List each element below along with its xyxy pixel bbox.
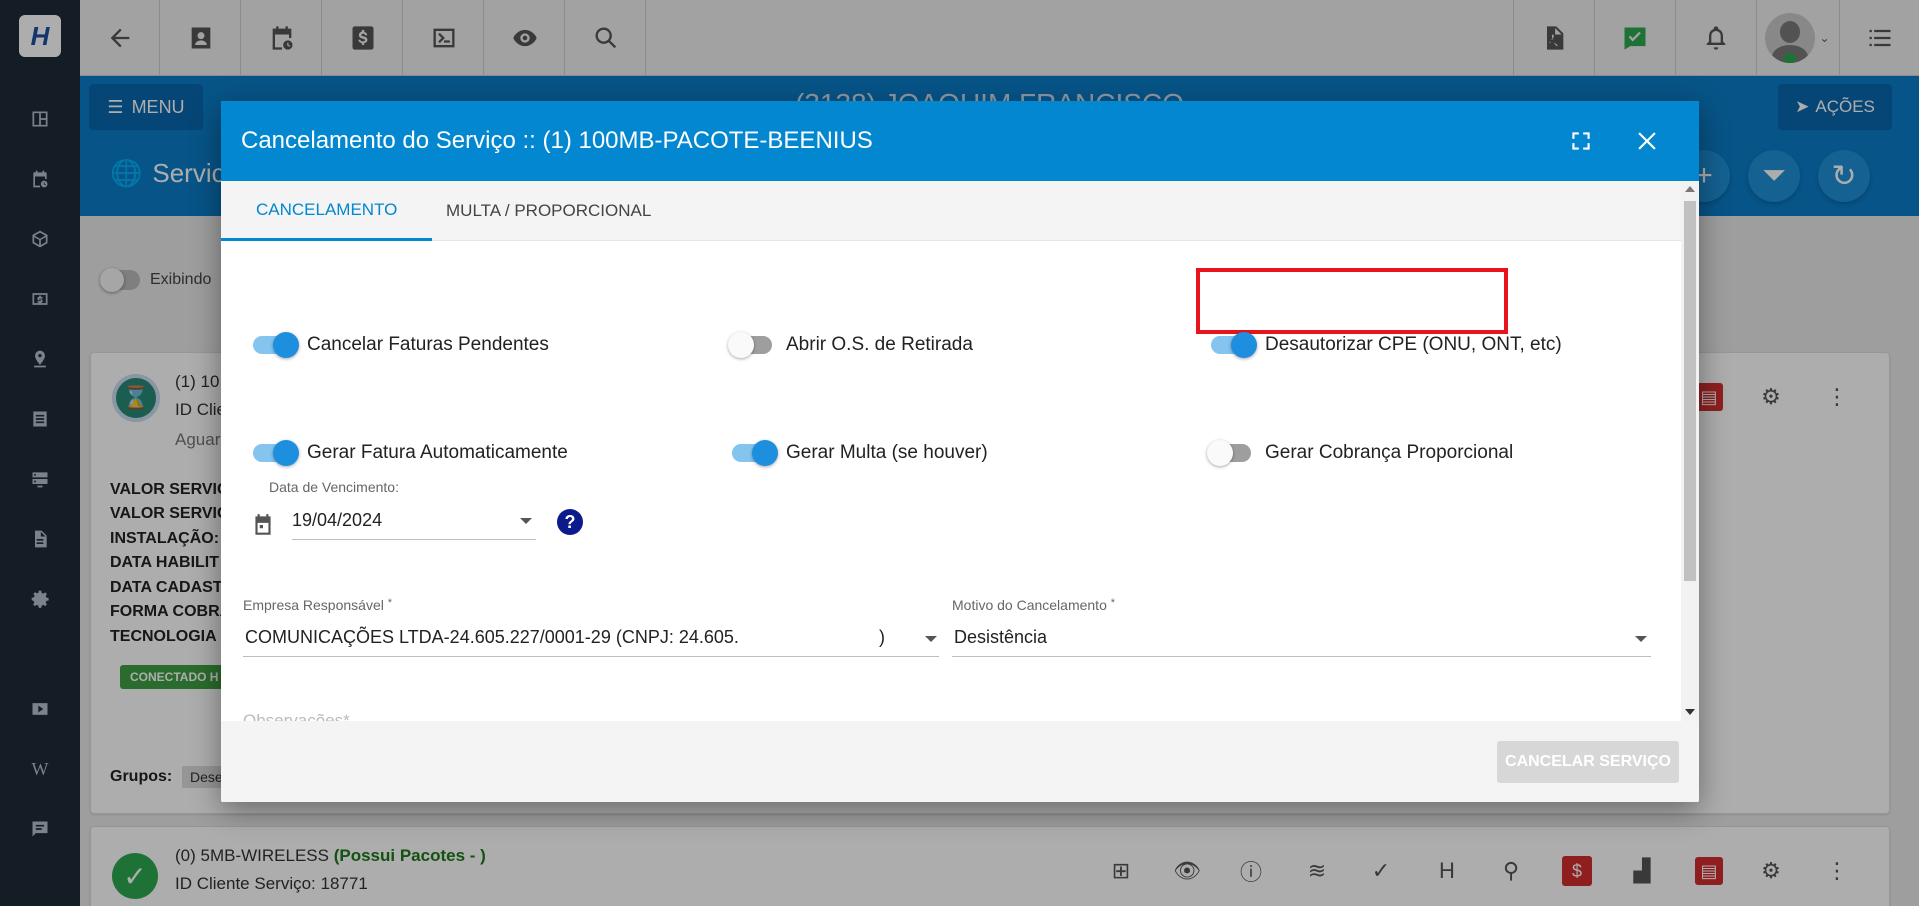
switch-on[interactable] [253, 440, 299, 466]
switch-off[interactable] [728, 332, 772, 358]
cancel-service-button[interactable]: CANCELAR SERVIÇO [1497, 741, 1679, 783]
empresa-label: Empresa Responsável * [243, 597, 392, 613]
toggle-label: Gerar Fatura Automaticamente [307, 442, 568, 463]
chevron-down-icon[interactable] [520, 518, 532, 524]
dialog-body: CANCELAMENTO MULTA / PROPORCIONAL Cancel… [221, 181, 1681, 721]
empresa-select-suffix: ) [879, 627, 885, 647]
scroll-up-arrow[interactable] [1685, 186, 1695, 192]
cancel-service-dialog: Cancelamento do Serviço :: (1) 100MB-PAC… [221, 101, 1699, 802]
switch-on[interactable] [1211, 332, 1257, 358]
dialog-scrollbar[interactable] [1681, 181, 1699, 721]
toggle-gerar-fatura[interactable]: Gerar Fatura Automaticamente [253, 440, 568, 466]
empresa-label-text: Empresa Responsável [243, 597, 384, 613]
empresa-select[interactable]: COMUNICAÇÕES LTDA-24.605.227/0001-29 (CN… [245, 627, 765, 648]
toggle-label: Cancelar Faturas Pendentes [307, 334, 549, 355]
observacoes-label-text: Observações [243, 711, 344, 721]
motivo-label: Motivo do Cancelamento * [952, 597, 1115, 613]
dialog-title: Cancelamento do Serviço :: (1) 100MB-PAC… [241, 127, 873, 154]
empresa-underline [243, 656, 939, 657]
toggle-abrir-os-retirada[interactable]: Abrir O.S. de Retirada [728, 332, 973, 358]
chevron-down-icon[interactable] [1635, 636, 1647, 642]
motivo-select[interactable]: Desistência [954, 627, 1047, 648]
required-mark: * [1110, 597, 1116, 609]
toggle-label: Gerar Multa (se houver) [786, 442, 988, 463]
switch-off[interactable] [1207, 440, 1251, 466]
vencimento-label: Data de Vencimento: [269, 479, 399, 495]
calendar-icon[interactable] [250, 512, 276, 543]
toggle-gerar-multa[interactable]: Gerar Multa (se houver) [732, 440, 988, 466]
vencimento-underline [292, 539, 536, 540]
fullscreen-icon[interactable] [1563, 123, 1599, 159]
scroll-thumb[interactable] [1684, 201, 1696, 581]
toggle-label: Abrir O.S. de Retirada [786, 334, 973, 355]
highlight-box [1196, 268, 1508, 334]
required-mark: * [343, 711, 350, 721]
toggle-desautorizar-cpe[interactable]: Desautorizar CPE (ONU, ONT, etc) [1211, 332, 1562, 358]
chevron-down-icon[interactable] [925, 636, 937, 642]
help-icon[interactable]: ? [557, 509, 583, 535]
tabs-bar: CANCELAMENTO MULTA / PROPORCIONAL [221, 181, 1681, 241]
vencimento-input[interactable]: 19/04/2024 [292, 510, 382, 531]
dialog-header: Cancelamento do Serviço :: (1) 100MB-PAC… [221, 101, 1699, 181]
tab-cancelamento[interactable]: CANCELAMENTO [221, 181, 433, 241]
switch-on[interactable] [732, 440, 778, 466]
switch-on[interactable] [253, 332, 299, 358]
scroll-down-arrow[interactable] [1685, 709, 1695, 715]
motivo-label-text: Motivo do Cancelamento [952, 597, 1107, 613]
tab-multa-proporcional[interactable]: MULTA / PROPORCIONAL [411, 181, 686, 241]
toggle-label: Gerar Cobrança Proporcional [1265, 442, 1514, 463]
dialog-footer: CANCELAR SERVIÇO [221, 721, 1699, 802]
toggle-label: Desautorizar CPE (ONU, ONT, etc) [1265, 334, 1562, 355]
toggle-gerar-cobranca-proporcional[interactable]: Gerar Cobrança Proporcional [1207, 440, 1514, 466]
close-icon[interactable] [1629, 123, 1665, 159]
toggle-cancelar-faturas[interactable]: Cancelar Faturas Pendentes [253, 332, 549, 358]
motivo-underline [952, 656, 1651, 657]
observacoes-label[interactable]: Observações* [243, 711, 350, 721]
required-mark: * [387, 597, 393, 609]
